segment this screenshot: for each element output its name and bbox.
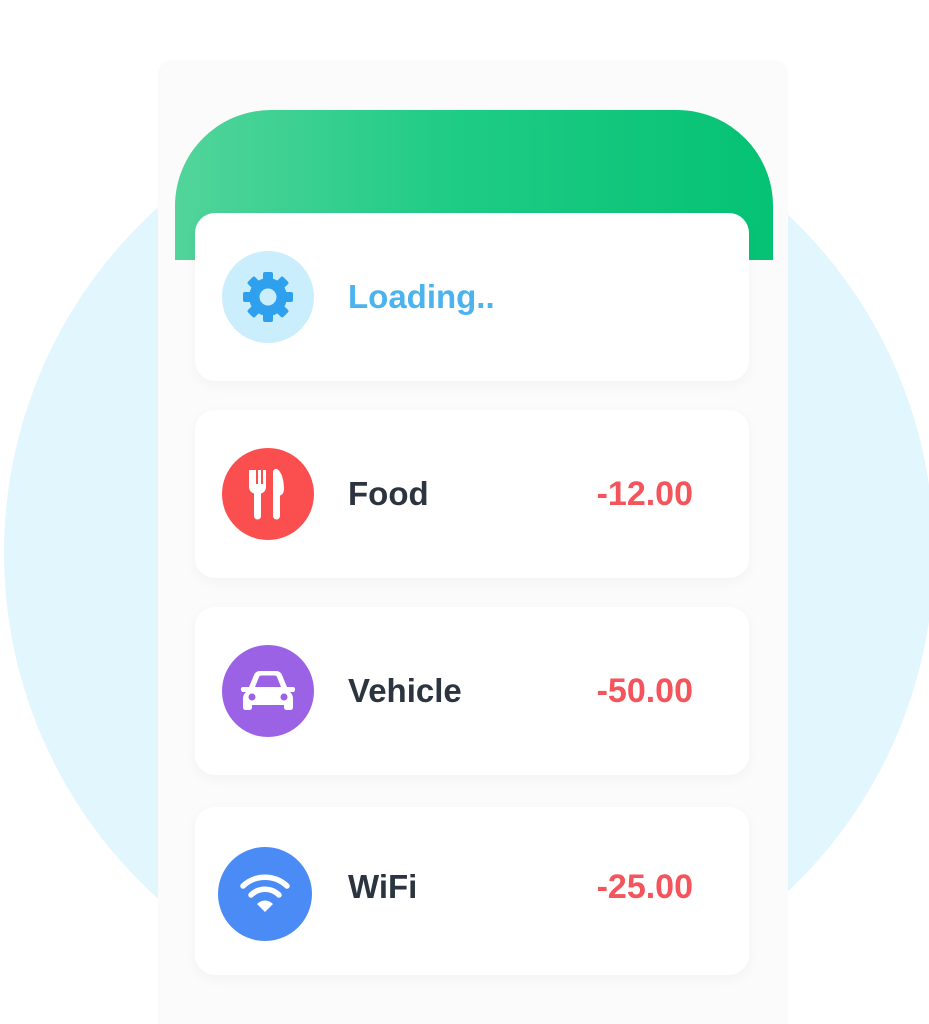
transaction-amount: -25.00 bbox=[596, 868, 693, 906]
transaction-amount: -50.00 bbox=[596, 672, 693, 710]
car-icon bbox=[240, 671, 296, 710]
transaction-amount: -12.00 bbox=[596, 475, 693, 513]
vehicle-icon-circle bbox=[222, 645, 314, 737]
transaction-row-food[interactable]: Food -12.00 bbox=[195, 410, 749, 578]
wifi-icon-circle bbox=[218, 847, 312, 941]
food-icon-circle bbox=[222, 448, 314, 540]
wifi-icon bbox=[240, 874, 290, 912]
app-illustration: Loading.. Food -12.00 Vehicle -50.00 WiF… bbox=[0, 0, 929, 1024]
fork-knife-icon bbox=[249, 468, 284, 520]
loading-icon-circle bbox=[222, 251, 314, 343]
transaction-row-vehicle[interactable]: Vehicle -50.00 bbox=[195, 607, 749, 775]
loading-card: Loading.. bbox=[195, 213, 749, 381]
transaction-label: Vehicle bbox=[348, 672, 462, 709]
transaction-label: Food bbox=[348, 475, 429, 512]
transaction-label: WiFi bbox=[348, 868, 418, 905]
loading-text: Loading.. bbox=[348, 278, 495, 315]
gear-icon bbox=[243, 272, 293, 322]
transaction-row-wifi[interactable]: WiFi -25.00 bbox=[195, 807, 749, 975]
